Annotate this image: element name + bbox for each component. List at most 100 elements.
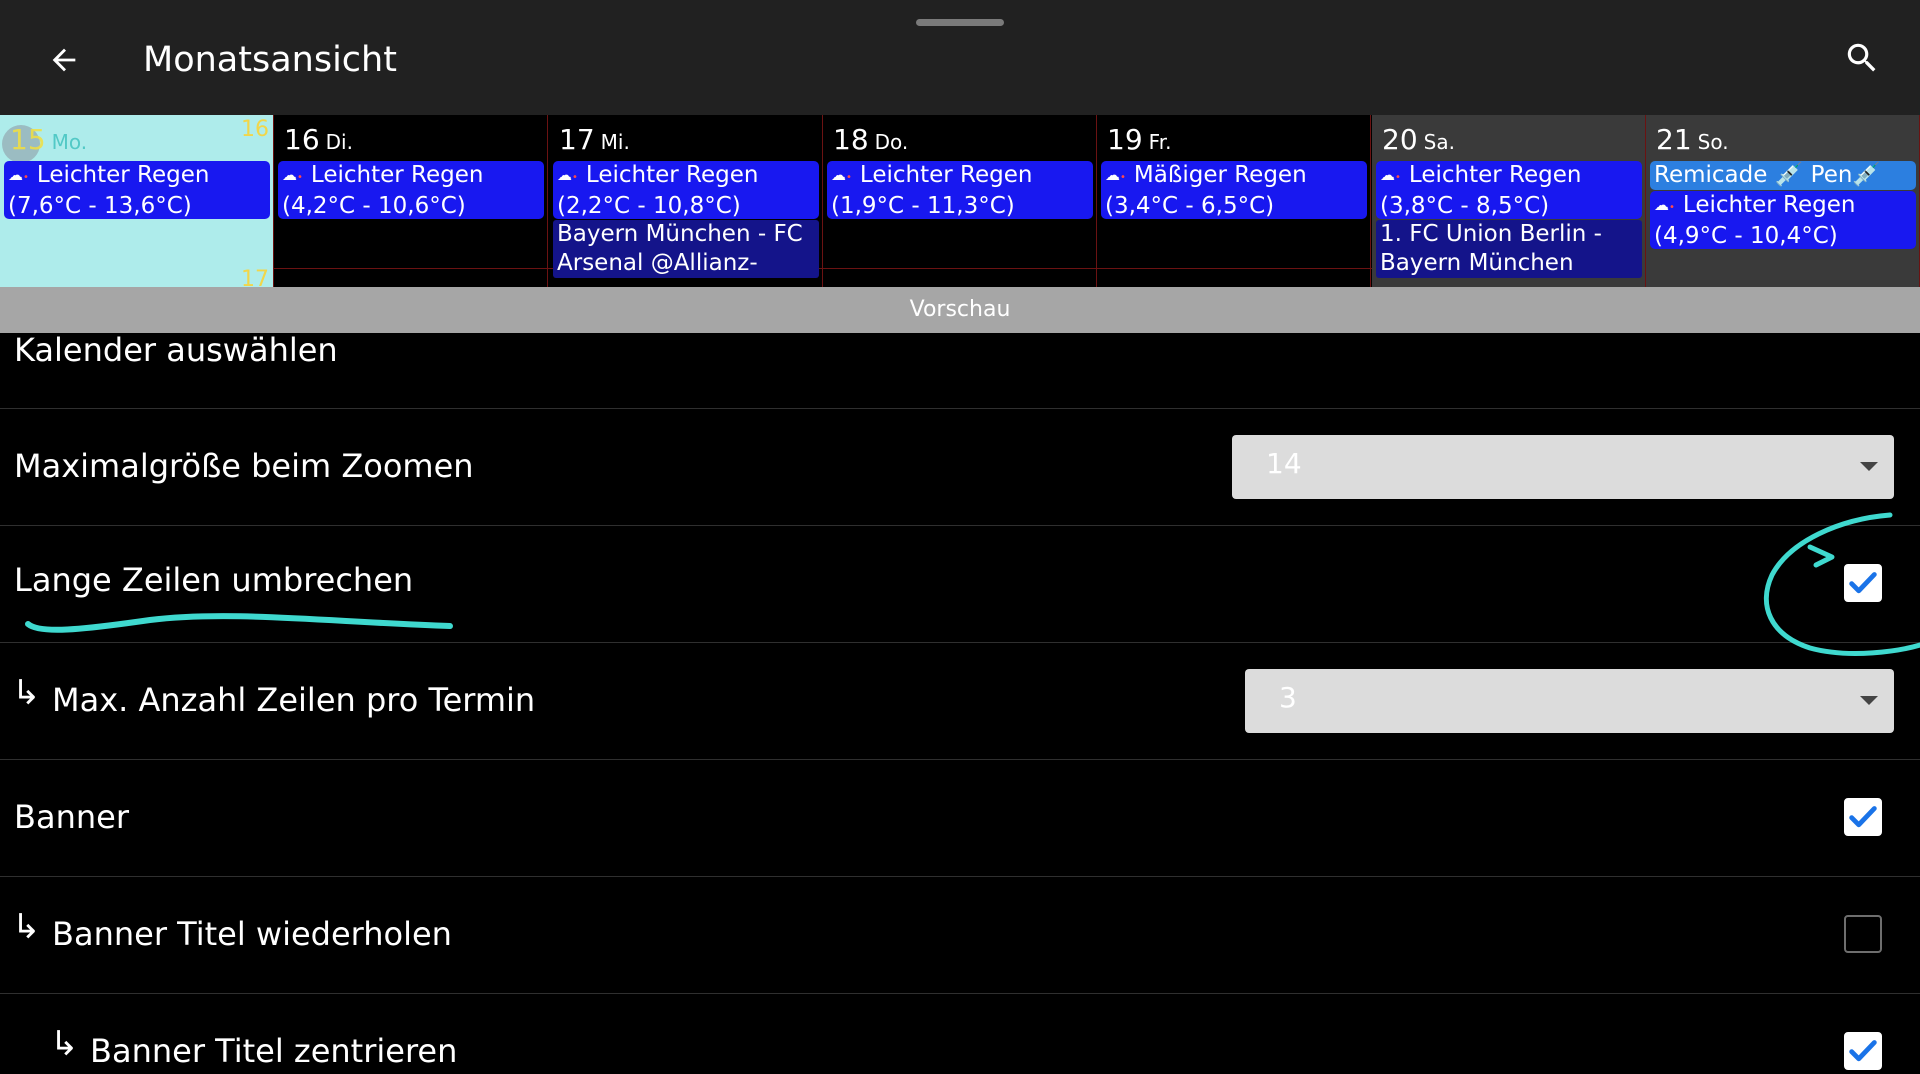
event-line: ☁• Leichter Regen (1654, 191, 1912, 222)
banner-center-checkbox[interactable] (1844, 1032, 1882, 1070)
max-zoom-select[interactable]: 14 (1232, 435, 1894, 499)
banner-checkbox[interactable] (1844, 798, 1882, 836)
event-line: Remicade 💉 Pen💉 (1654, 161, 1912, 190)
event-text: (2,2°C - 10,8°C) (557, 193, 741, 219)
drag-handle[interactable] (916, 19, 1004, 26)
event-line: (2,2°C - 10,8°C) (557, 192, 815, 219)
event-text: (4,2°C - 10,6°C) (282, 193, 466, 219)
rain-cloud-icon: ☁• (831, 166, 852, 184)
sub-setting-arrow-icon: ↳ (50, 1024, 79, 1064)
calendar-day[interactable]: 16 17 15 Mo. ☁• Leichter Regen (7,6°C - 13,6°C… (0, 115, 274, 287)
search-icon (1847, 43, 1876, 72)
weekday-label: Di. (325, 130, 353, 154)
event-text: 1. FC Union Berlin - (1380, 221, 1602, 247)
sub-setting-arrow-icon: ↳ (12, 907, 41, 947)
day-header: 19 Fr. (1107, 123, 1171, 159)
event-line: (3,4°C - 6,5°C) (1105, 192, 1363, 219)
check-icon (1849, 1040, 1877, 1062)
calendar-day[interactable]: 16 Di. ☁• Leichter Regen (4,2°C - 10,6°C) (274, 115, 548, 287)
event-text: Leichter Regen (1408, 162, 1582, 188)
event-line: ☁• Leichter Regen (282, 161, 540, 192)
wrap-lines-label: Lange Zeilen umbrechen (14, 561, 414, 599)
weekday-label: So. (1697, 130, 1729, 154)
page-title: Monatsansicht (143, 40, 397, 80)
search-button[interactable] (1838, 34, 1886, 82)
arrow-left-icon (52, 48, 76, 72)
rain-cloud-icon: ☁• (1654, 196, 1675, 214)
wrap-lines-row[interactable]: Lange Zeilen umbrechen (0, 526, 1920, 643)
banner-center-label: Banner Titel zentrieren (90, 1032, 458, 1070)
day-header: 15 Mo. (10, 123, 87, 159)
calendar-event[interactable]: ☁• Leichter Regen (2,2°C - 10,8°C) (553, 161, 819, 219)
max-lines-select[interactable]: 3 (1245, 669, 1894, 733)
sub-setting-arrow-icon: ↳ (12, 673, 41, 713)
event-line: (7,6°C - 13,6°C) (8, 192, 266, 219)
chevron-down-icon (1860, 462, 1878, 471)
event-line: ☁• Leichter Regen (8, 161, 266, 192)
max-zoom-value: 14 (1266, 447, 1302, 480)
event-text: (3,8°C - 8,5°C) (1380, 193, 1550, 219)
day-number: 16 (284, 123, 320, 156)
calendar-day[interactable]: 19 Fr. ☁• Mäßiger Regen (3,4°C - 6,5°C) (1097, 115, 1371, 287)
settings-list: Kalender auswählen Maximalgröße beim Zoo… (0, 333, 1920, 1074)
calendar-event[interactable]: Remicade 💉 Pen💉 (1650, 161, 1916, 190)
event-line: Bayern München - FC (557, 220, 815, 249)
weekday-label: Fr. (1148, 130, 1172, 154)
event-line: (1,9°C - 11,3°C) (831, 192, 1089, 219)
banner-repeat-row[interactable]: ↳ Banner Titel wiederholen (0, 877, 1920, 994)
calendar-event[interactable]: ☁• Leichter Regen (1,9°C - 11,3°C) (827, 161, 1093, 219)
event-text: Leichter Regen (310, 162, 484, 188)
calendar-event[interactable]: ☁• Leichter Regen (4,9°C - 10,4°C) (1650, 191, 1916, 249)
calendar-event[interactable]: ☁• Mäßiger Regen (3,4°C - 6,5°C) (1101, 161, 1367, 219)
max-lines-row: ↳ Max. Anzahl Zeilen pro Termin 3 (0, 643, 1920, 760)
calendar-day[interactable]: 20 Sa. ☁• Leichter Regen (3,8°C - 8,5°C) 1. F… (1372, 115, 1646, 287)
calendar-event[interactable]: 1. FC Union Berlin - Bayern München (1376, 220, 1642, 278)
day-number: 21 (1656, 123, 1692, 156)
max-zoom-label: Maximalgröße beim Zoomen (14, 447, 474, 485)
weekday-label: Do. (874, 130, 909, 154)
calendar-day[interactable]: 21 So. Remicade 💉 Pen💉 ☁• Leichter Regen (4,9… (1646, 115, 1920, 287)
select-calendar-row[interactable]: Kalender auswählen (0, 333, 1920, 409)
day-number: 20 (1382, 123, 1418, 156)
day-number: 18 (833, 123, 869, 156)
calendar-day[interactable]: 18 Do. ☁• Leichter Regen (1,9°C - 11,3°C) (823, 115, 1097, 287)
preview-label: Vorschau (0, 287, 1920, 333)
event-text: Leichter Regen (1682, 192, 1856, 218)
day-header: 18 Do. (833, 123, 908, 159)
max-lines-value: 3 (1279, 681, 1297, 714)
day-header: 20 Sa. (1382, 123, 1455, 159)
day-header: 21 So. (1656, 123, 1729, 159)
event-text: Remicade 💉 Pen💉 (1654, 162, 1882, 188)
calendar-event[interactable]: ☁• Leichter Regen (4,2°C - 10,6°C) (278, 161, 544, 219)
rain-cloud-icon: ☁• (8, 166, 29, 184)
banner-repeat-checkbox[interactable] (1844, 915, 1882, 953)
rain-cloud-icon: ☁• (282, 166, 303, 184)
back-button[interactable] (40, 36, 88, 84)
chevron-down-icon (1860, 696, 1878, 705)
day-number: 15 (10, 123, 46, 156)
event-text: Mäßiger Regen (1133, 162, 1307, 188)
banner-row[interactable]: Banner (0, 760, 1920, 877)
event-line: Bayern München (1380, 249, 1638, 278)
banner-repeat-label: Banner Titel wiederholen (52, 915, 452, 953)
wrap-lines-checkbox[interactable] (1844, 564, 1882, 602)
banner-label: Banner (14, 798, 129, 836)
day-header: 16 Di. (284, 123, 353, 159)
calendar-event[interactable]: ☁• Leichter Regen (3,8°C - 8,5°C) (1376, 161, 1642, 219)
week-number: 17 (241, 267, 269, 287)
event-line: 1. FC Union Berlin - (1380, 220, 1638, 249)
week-number: 16 (241, 117, 269, 142)
event-line: (4,2°C - 10,6°C) (282, 192, 540, 219)
event-line: ☁• Leichter Regen (831, 161, 1089, 192)
calendar-day[interactable]: 17 Mi. ☁• Leichter Regen (2,2°C - 10,8°C) Bay… (549, 115, 823, 287)
event-line: ☁• Leichter Regen (1380, 161, 1638, 192)
calendar-event[interactable]: ☁• Leichter Regen (7,6°C - 13,6°C) (4, 161, 270, 219)
event-text: (7,6°C - 13,6°C) (8, 193, 192, 219)
event-text: Leichter Regen (36, 162, 210, 188)
event-line: ☁• Mäßiger Regen (1105, 161, 1363, 192)
rain-cloud-icon: ☁• (1105, 166, 1126, 184)
event-text: Bayern München (1380, 250, 1574, 276)
calendar-event[interactable]: Bayern München - FC Arsenal @Allianz- (553, 220, 819, 278)
check-icon (1849, 806, 1877, 828)
banner-center-row[interactable]: ↳ Banner Titel zentrieren (0, 994, 1920, 1074)
